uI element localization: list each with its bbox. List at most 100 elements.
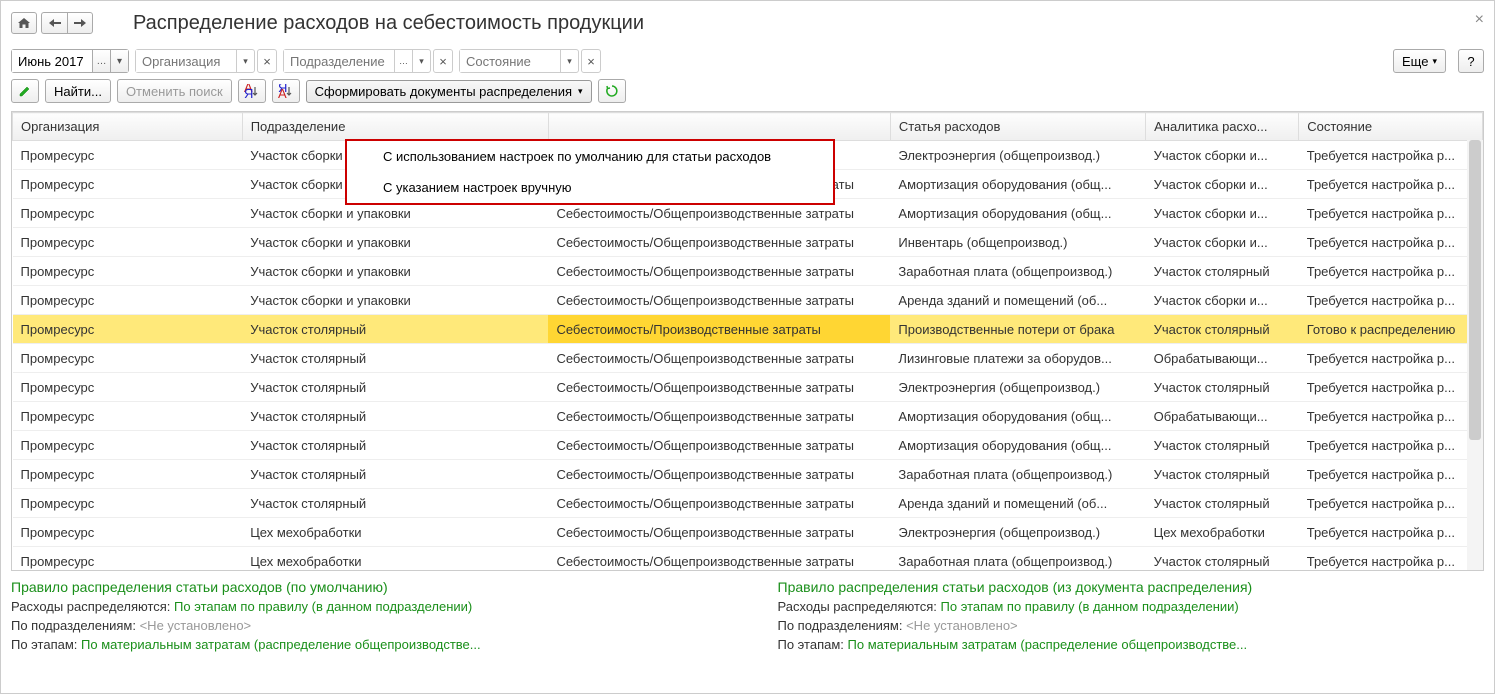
- table-row[interactable]: ПромресурсЦех мехобработкиСебестоимость/…: [13, 518, 1483, 547]
- period-select-icon[interactable]: …: [92, 50, 110, 72]
- close-icon[interactable]: ×: [1475, 11, 1484, 29]
- edit-button[interactable]: [11, 79, 39, 103]
- cell-org: Промресурс: [13, 344, 243, 373]
- dropdown-item-default[interactable]: С использованием настроек по умолчанию д…: [347, 141, 833, 172]
- sort-desc-button[interactable]: ЯА: [272, 79, 300, 103]
- cell-article: Заработная плата (общепроизвод.): [890, 257, 1145, 286]
- dep-input[interactable]: [284, 50, 394, 72]
- cell-analytics: Участок столярный: [1146, 547, 1299, 572]
- vertical-scrollbar[interactable]: [1467, 140, 1483, 570]
- cell-org: Промресурс: [13, 170, 243, 199]
- cell-dep: Участок столярный: [242, 315, 548, 344]
- dep-select-icon[interactable]: …: [394, 50, 412, 72]
- cell-state: Готово к распределению: [1299, 315, 1483, 344]
- cell-article: Инвентарь (общепроизвод.): [890, 228, 1145, 257]
- table-row[interactable]: ПромресурсУчасток столярныйСебестоимость…: [13, 344, 1483, 373]
- cell-state: Требуется настройка р...: [1299, 199, 1483, 228]
- table-row[interactable]: ПромресурсЦех мехобработкиСебестоимость/…: [13, 547, 1483, 572]
- scroll-thumb[interactable]: [1469, 140, 1481, 440]
- dep-filter[interactable]: … ▾: [283, 49, 431, 73]
- period-field[interactable]: … ▾: [11, 49, 129, 73]
- footer-dep-value-r[interactable]: <Не установлено>: [906, 618, 1018, 633]
- org-input[interactable]: [136, 50, 236, 72]
- sort-asc-button[interactable]: АЯ: [238, 79, 266, 103]
- footer-link-stages-r[interactable]: По этапам по правилу (в данном подраздел…: [941, 599, 1239, 614]
- cell-article: Электроэнергия (общепроизвод.): [890, 518, 1145, 547]
- dep-clear-button[interactable]: ×: [433, 49, 453, 73]
- cell-state: Требуется настройка р...: [1299, 373, 1483, 402]
- cell-org: Промресурс: [13, 373, 243, 402]
- cell-article: Заработная плата (общепроизвод.): [890, 547, 1145, 572]
- generate-documents-button[interactable]: Сформировать документы распределения ▾: [306, 80, 592, 103]
- cell-dep: Участок столярный: [242, 402, 548, 431]
- footer-dep-value[interactable]: <Не установлено>: [140, 618, 252, 633]
- cell-dep: Участок столярный: [242, 460, 548, 489]
- footer-left-title[interactable]: Правило распределения статьи расходов (п…: [11, 579, 718, 595]
- org-clear-button[interactable]: ×: [257, 49, 277, 73]
- col-article[interactable]: Статья расходов: [890, 113, 1145, 141]
- table-row[interactable]: ПромресурсУчасток столярныйСебестоимость…: [13, 402, 1483, 431]
- help-button[interactable]: ?: [1458, 49, 1484, 73]
- col-analytics[interactable]: Аналитика расхо...: [1146, 113, 1299, 141]
- col-org[interactable]: Организация: [13, 113, 243, 141]
- generate-dropdown-menu: С использованием настроек по умолчанию д…: [345, 139, 835, 205]
- cell-org: Промресурс: [13, 141, 243, 170]
- table-row[interactable]: ПромресурсУчасток сборки и упаковкиСебес…: [13, 286, 1483, 315]
- cell-dep: Участок столярный: [242, 489, 548, 518]
- state-input[interactable]: [460, 50, 560, 72]
- col-dep[interactable]: Подразделение: [242, 113, 548, 141]
- cell-group: Себестоимость/Общепроизводственные затра…: [548, 373, 890, 402]
- table-row[interactable]: ПромресурсУчасток столярныйСебестоимость…: [13, 460, 1483, 489]
- col-group[interactable]: [548, 113, 890, 141]
- footer-link-stages[interactable]: По этапам по правилу (в данном подраздел…: [174, 599, 472, 614]
- table-row[interactable]: ПромресурсУчасток сборки и упаковкиСебес…: [13, 257, 1483, 286]
- org-dropdown-icon[interactable]: ▾: [236, 50, 254, 72]
- more-button[interactable]: Еще ▾: [1393, 49, 1446, 73]
- dep-dropdown-icon[interactable]: ▾: [412, 50, 430, 72]
- footer-right-title[interactable]: Правило распределения статьи расходов (и…: [778, 579, 1485, 595]
- footer-link-materials-r[interactable]: По материальным затратам (распределение …: [848, 637, 1248, 652]
- table-row[interactable]: ПромресурсУчасток сборки и упаковкиСебес…: [13, 228, 1483, 257]
- forward-button[interactable]: [67, 12, 93, 34]
- cell-article: Электроэнергия (общепроизвод.): [890, 141, 1145, 170]
- cell-analytics: Участок столярный: [1146, 460, 1299, 489]
- cell-org: Промресурс: [13, 460, 243, 489]
- col-state[interactable]: Состояние: [1299, 113, 1483, 141]
- footer-left: Правило распределения статьи расходов (п…: [11, 579, 718, 656]
- cell-state: Требуется настройка р...: [1299, 344, 1483, 373]
- org-filter[interactable]: ▾: [135, 49, 255, 73]
- table-row[interactable]: ПромресурсУчасток столярныйСебестоимость…: [13, 489, 1483, 518]
- refresh-button[interactable]: [598, 79, 626, 103]
- cell-article: Амортизация оборудования (общ...: [890, 402, 1145, 431]
- cell-analytics: Цех мехобработки: [1146, 518, 1299, 547]
- cell-org: Промресурс: [13, 228, 243, 257]
- home-button[interactable]: [11, 12, 37, 34]
- table-row[interactable]: ПромресурсУчасток столярныйСебестоимость…: [13, 315, 1483, 344]
- cell-org: Промресурс: [13, 315, 243, 344]
- state-filter[interactable]: ▾: [459, 49, 579, 73]
- cell-article: Аренда зданий и помещений (об...: [890, 489, 1145, 518]
- cell-group: Себестоимость/Общепроизводственные затра…: [548, 431, 890, 460]
- cell-analytics: Участок сборки и...: [1146, 199, 1299, 228]
- period-input[interactable]: [12, 50, 92, 72]
- state-dropdown-icon[interactable]: ▾: [560, 50, 578, 72]
- state-clear-button[interactable]: ×: [581, 49, 601, 73]
- find-button[interactable]: Найти...: [45, 79, 111, 103]
- table-row[interactable]: ПромресурсУчасток столярныйСебестоимость…: [13, 373, 1483, 402]
- back-button[interactable]: [41, 12, 67, 34]
- table-row[interactable]: ПромресурсУчасток столярныйСебестоимость…: [13, 431, 1483, 460]
- cell-group: Себестоимость/Общепроизводственные затра…: [548, 547, 890, 572]
- period-dropdown-icon[interactable]: ▾: [110, 50, 128, 72]
- cell-state: Требуется настройка р...: [1299, 257, 1483, 286]
- cell-article: Амортизация оборудования (общ...: [890, 431, 1145, 460]
- cell-analytics: Участок столярный: [1146, 431, 1299, 460]
- cell-article: Аренда зданий и помещений (об...: [890, 286, 1145, 315]
- cancel-search-button[interactable]: Отменить поиск: [117, 79, 232, 103]
- cell-state: Требуется настройка р...: [1299, 170, 1483, 199]
- cell-group: Себестоимость/Общепроизводственные затра…: [548, 257, 890, 286]
- footer-link-materials[interactable]: По материальным затратам (распределение …: [81, 637, 481, 652]
- dropdown-item-manual[interactable]: С указанием настроек вручную: [347, 172, 833, 203]
- cell-analytics: Участок столярный: [1146, 257, 1299, 286]
- cell-analytics: Участок столярный: [1146, 489, 1299, 518]
- footer-right: Правило распределения статьи расходов (и…: [778, 579, 1485, 656]
